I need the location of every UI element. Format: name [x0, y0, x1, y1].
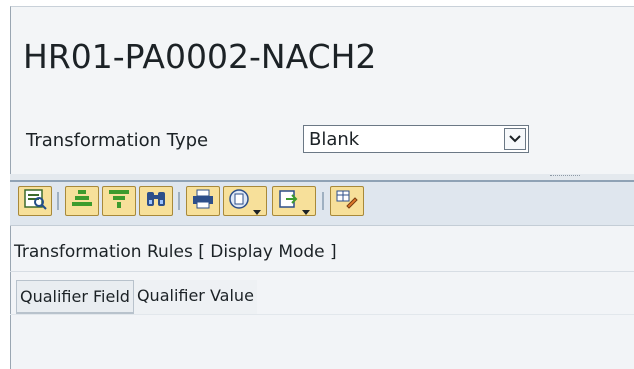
divider: [10, 271, 634, 272]
details-button[interactable]: [18, 186, 52, 216]
details-icon: [23, 188, 47, 214]
chevron-down-icon[interactable]: [504, 128, 526, 150]
view-icon: [228, 188, 252, 214]
filter-button[interactable]: [102, 186, 136, 216]
toolbar-separator: [178, 192, 180, 210]
header-panel: HR01-PA0002-NACH2 Transformation Type Bl…: [10, 6, 634, 174]
chevron-down-icon[interactable]: [252, 202, 262, 215]
find-button[interactable]: [139, 186, 173, 216]
table-header: Qualifier Field Qualifier Value: [16, 280, 257, 314]
print-button[interactable]: [186, 186, 220, 216]
application-window: HR01-PA0002-NACH2 Transformation Type Bl…: [0, 0, 634, 369]
change-layout-icon: [335, 188, 359, 214]
transformation-type-select[interactable]: Blank: [303, 125, 529, 153]
filter-icon: [107, 188, 131, 214]
chevron-down-icon[interactable]: [301, 202, 311, 215]
export-button[interactable]: [272, 186, 316, 216]
transformation-type-label: Transformation Type: [26, 130, 209, 151]
export-icon: [277, 188, 301, 214]
alv-toolbar: [10, 180, 634, 226]
print-icon: [191, 188, 215, 214]
toolbar-separator: [57, 192, 59, 210]
find-icon: [144, 188, 168, 214]
column-header-qualifier-field[interactable]: Qualifier Field: [16, 280, 134, 314]
column-header-qualifier-value[interactable]: Qualifier Value: [133, 280, 257, 314]
toolbar-separator: [322, 192, 324, 210]
divider: [10, 314, 634, 315]
section-title: Transformation Rules [ Display Mode ]: [14, 242, 337, 262]
transformation-type-value: Blank: [309, 129, 360, 150]
change-layout-button[interactable]: [330, 186, 364, 216]
page-title: HR01-PA0002-NACH2: [23, 37, 377, 76]
sort-ascending-button[interactable]: [65, 186, 99, 216]
view-button[interactable]: [223, 186, 267, 216]
sort-ascending-icon: [70, 188, 94, 214]
splitter-grip[interactable]: [550, 175, 580, 179]
